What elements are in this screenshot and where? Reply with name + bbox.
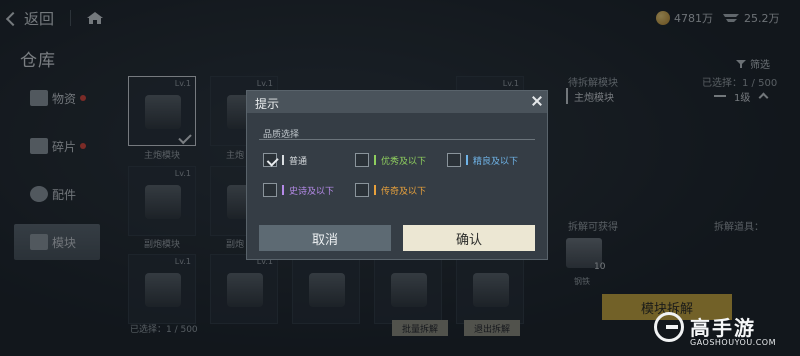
checkbox[interactable] xyxy=(355,183,369,197)
confirm-button[interactable]: 确认 xyxy=(403,225,535,251)
checkbox[interactable] xyxy=(355,153,369,167)
cancel-button[interactable]: 取消 xyxy=(259,225,391,251)
dialog-header: 提示 xyxy=(247,91,547,113)
option-epic[interactable]: 史诗及以下 xyxy=(263,183,334,197)
quality-select-dialog: 提示 品质选择 普通 优秀及以下 精良及以下 史诗及以下 传奇及以下 取消 确认 xyxy=(246,90,548,260)
option-label: 史诗及以下 xyxy=(289,186,335,197)
option-label: 普通 xyxy=(289,156,308,167)
option-legendary[interactable]: 传奇及以下 xyxy=(355,183,426,197)
checkbox[interactable] xyxy=(447,153,461,167)
dialog-title: 提示 xyxy=(255,97,280,111)
tier-bar xyxy=(374,185,376,195)
tier-bar xyxy=(282,155,284,165)
watermark-logo-icon xyxy=(654,312,684,342)
checkbox[interactable] xyxy=(263,183,277,197)
divider xyxy=(259,139,535,140)
option-excellent[interactable]: 优秀及以下 xyxy=(355,153,426,167)
checkbox[interactable] xyxy=(263,153,277,167)
tier-bar xyxy=(374,155,376,165)
watermark-brand: 高手游 xyxy=(690,316,756,340)
option-common[interactable]: 普通 xyxy=(263,153,307,167)
tier-bar xyxy=(282,185,284,195)
option-label: 优秀及以下 xyxy=(381,156,427,167)
watermark-url: GAOSHOUYOU.COM xyxy=(690,338,777,347)
close-icon[interactable] xyxy=(529,93,545,109)
option-label: 精良及以下 xyxy=(473,156,519,167)
option-fine[interactable]: 精良及以下 xyxy=(447,153,518,167)
option-label: 传奇及以下 xyxy=(381,186,427,197)
tier-bar xyxy=(466,155,468,165)
